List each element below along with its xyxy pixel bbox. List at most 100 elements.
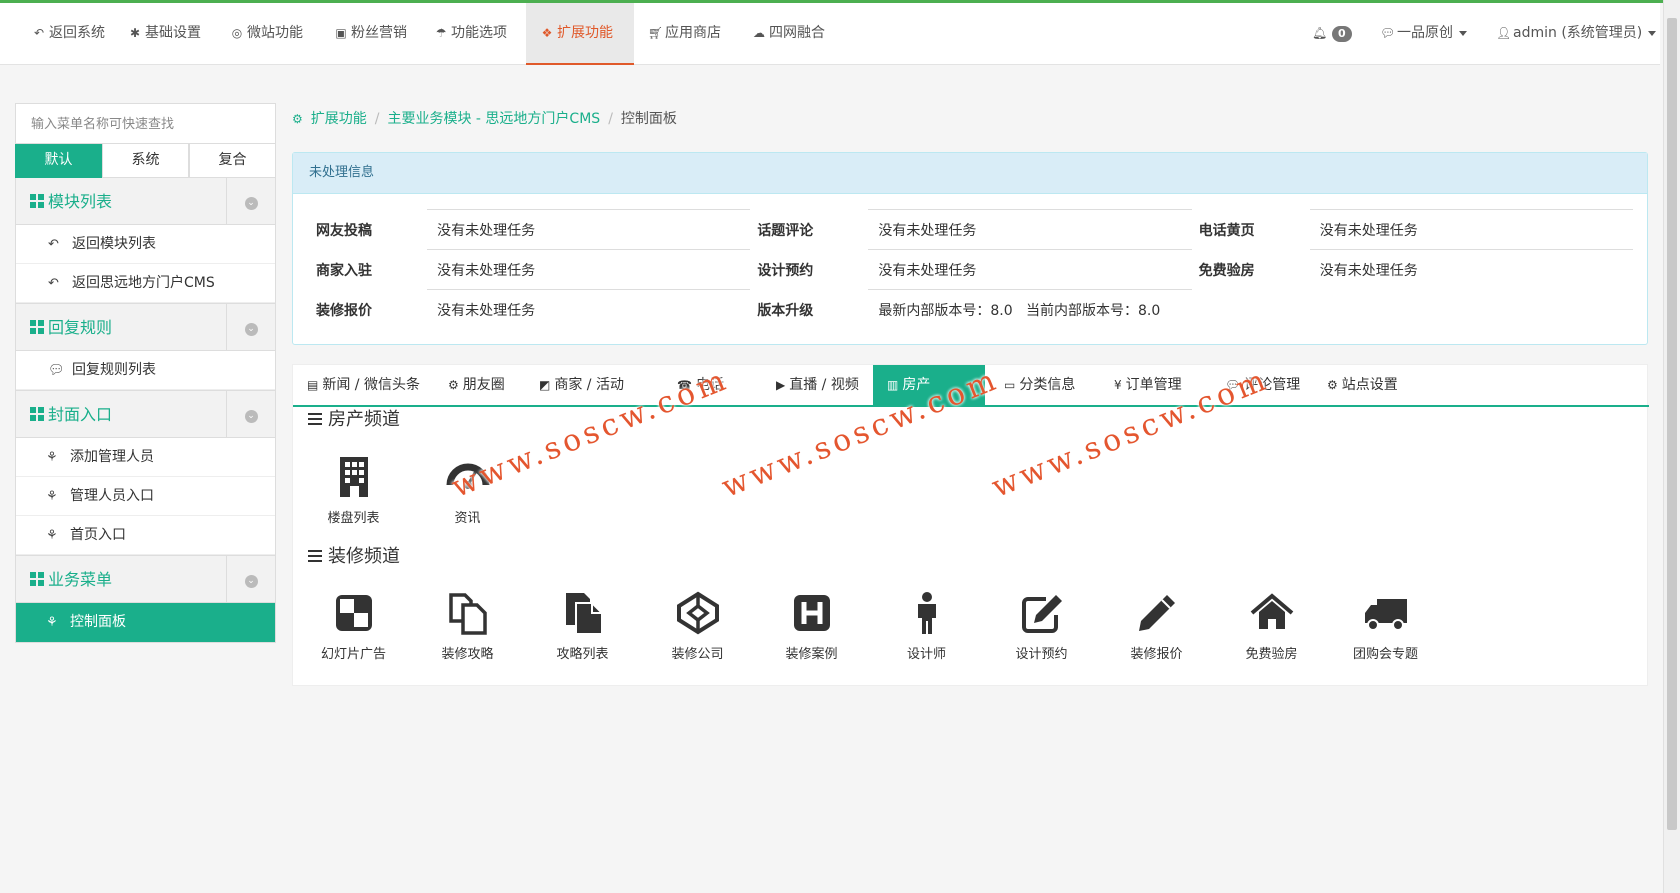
tile-decor-cases[interactable]: 装修案例 xyxy=(754,591,869,662)
tab-site-settings[interactable]: ⚙ 站点设置 xyxy=(1313,365,1412,405)
group-header[interactable]: 模块列表 ⌄ xyxy=(16,178,275,225)
breadcrumb-link-module[interactable]: 主要业务模块 - 思远地方门户CMS xyxy=(387,111,600,127)
bars-icon xyxy=(308,550,322,562)
codepen-icon xyxy=(676,591,719,635)
tile-decor-companies[interactable]: 装修公司 xyxy=(640,591,755,662)
nav-back-system[interactable]: ↶ 返回系统 xyxy=(18,3,119,65)
tab-default[interactable]: 默认 xyxy=(15,144,102,178)
building-icon: ▥ xyxy=(887,378,899,392)
gear-icon: ✱ xyxy=(129,26,141,40)
module-content-panel: ▤ 新闻 / 微信头条 ⚙ 朋友圈 ◩ 商家 / 活动 ☎ 电话 ▶ 直播 / 视频 ▥ 房… xyxy=(292,364,1649,686)
pending-value: 没有未处理任务 xyxy=(1309,209,1633,250)
collapse-toggle[interactable]: ⌄ xyxy=(226,304,275,350)
pending-key xyxy=(1192,290,1310,330)
tab-live-video[interactable]: ▶ 直播 / 视频 xyxy=(762,365,873,405)
tab-news[interactable]: ▤ 新闻 / 微信头条 xyxy=(293,365,434,405)
account-dropdown[interactable]: 💬︎ 一品原创 xyxy=(1366,3,1481,65)
tile-free-inspection[interactable]: 免费验房 xyxy=(1214,591,1329,662)
sidebar-item-back-cms[interactable]: ↶ 返回思远地方门户CMS xyxy=(16,264,275,303)
truck-icon xyxy=(1364,599,1407,631)
group-header[interactable]: 回复规则 ⌄ xyxy=(16,304,275,351)
tile-decor-quote[interactable]: 装修报价 xyxy=(1099,591,1214,662)
tile-label: 免费验房 xyxy=(1245,647,1298,662)
chevron-down-icon: ⌄ xyxy=(244,410,258,423)
pending-key: 免费验房 xyxy=(1198,262,1255,279)
laptop-icon: ▭ xyxy=(1004,378,1016,392)
checker-icon xyxy=(335,595,372,631)
tile-decor-guides[interactable]: 装修攻略 xyxy=(410,591,525,662)
pending-value: 没有未处理任务 xyxy=(427,289,751,330)
breadcrumb: ⚙ 扩展功能 / 主要业务模块 - 思远地方门户CMS / 控制面板 xyxy=(292,108,677,128)
pending-value: 没有未处理任务 xyxy=(868,249,1192,290)
tile-label: 资讯 xyxy=(454,511,481,526)
tile-group-buy[interactable]: 团购会专题 xyxy=(1328,591,1443,662)
tile-slide-ads[interactable]: 幻灯片广告 xyxy=(296,591,411,662)
sidebar-item-home-entry[interactable]: ⚘ 首页入口 xyxy=(16,516,275,555)
cloud-icon: ☁ xyxy=(753,26,765,40)
nav-four-net[interactable]: ☁ 四网融合 xyxy=(738,3,839,65)
sidebar-item-add-admin[interactable]: ⚘ 添加管理人员 xyxy=(16,438,275,477)
user-dropdown[interactable]: 👤︎ admin (系统管理员) xyxy=(1482,3,1670,65)
reply-all-icon: ↶ xyxy=(48,237,59,252)
tab-system[interactable]: 系统 xyxy=(102,144,189,178)
collapse-toggle[interactable]: ⌄ xyxy=(226,178,275,224)
sidebar-item-admin-entry[interactable]: ⚘ 管理人员入口 xyxy=(16,477,275,516)
table-row: 装修报价 没有未处理任务 版本升级 最新内部版本号：8.0 当前内部版本号：8.0 xyxy=(309,289,1633,330)
menu-search-input[interactable] xyxy=(15,103,276,144)
breadcrumb-current: 控制面板 xyxy=(620,111,677,127)
pagelines-icon: ⚘ xyxy=(46,528,58,543)
lifebuoy-icon: ◎ xyxy=(231,26,243,40)
collapse-toggle[interactable]: ⌄ xyxy=(226,391,275,437)
pending-value: 没有未处理任务 xyxy=(427,249,751,290)
pending-key: 话题评论 xyxy=(757,222,814,239)
home-icon xyxy=(1250,593,1293,629)
tile-label: 装修案例 xyxy=(785,647,838,662)
male-icon xyxy=(917,592,936,634)
tab-moments[interactable]: ⚙ 朋友圈 xyxy=(434,365,519,405)
play-circle-icon: ▶ xyxy=(776,378,786,392)
group-header[interactable]: 封面入口 ⌄ xyxy=(16,391,275,438)
nav-basic-settings[interactable]: ✱ 基础设置 xyxy=(114,3,215,65)
table-row: 商家入驻 没有未处理任务 设计预约 没有未处理任务 免费验房 没有未处理任务 xyxy=(309,249,1633,290)
tile-designers[interactable]: 设计师 xyxy=(869,591,984,662)
tab-classifieds[interactable]: ▭ 分类信息 xyxy=(990,365,1089,405)
nav-function-options[interactable]: ☂ 功能选项 xyxy=(420,3,521,65)
pending-table: 网友投稿 没有未处理任务 话题评论 没有未处理任务 电话黄页 没有未处理任务 商家入驻… xyxy=(309,209,1633,330)
breadcrumb-link-extensions[interactable]: 扩展功能 xyxy=(311,111,367,127)
notifications-button[interactable]: 🔔︎ 0 xyxy=(1298,3,1366,65)
pending-value: 没有未处理任务 xyxy=(1309,249,1633,290)
pencil-icon xyxy=(1138,595,1175,631)
page-scrollbar[interactable] xyxy=(1663,0,1680,893)
nav-app-store[interactable]: 🛒︎ 应用商店 xyxy=(634,3,735,65)
sidebar-item-control-panel[interactable]: ⚘ 控制面板 xyxy=(16,603,275,642)
tile-guide-list[interactable]: 攻略列表 xyxy=(525,591,640,662)
pending-value: 没有未处理任务 xyxy=(427,209,751,250)
tile-label: 攻略列表 xyxy=(556,647,609,662)
pending-key: 商家入驻 xyxy=(316,262,372,279)
sidebar-item-reply-list[interactable]: 💬︎ 回复规则列表 xyxy=(16,351,275,390)
scrollbar-thumb[interactable] xyxy=(1667,18,1677,830)
collapse-toggle[interactable]: ⌄ xyxy=(226,556,275,602)
gears-icon: ⚙ xyxy=(448,378,459,392)
checker-icon: ◩ xyxy=(539,378,551,392)
tile-design-booking[interactable]: 设计预约 xyxy=(984,591,1099,662)
sidebar-item-back-modules[interactable]: ↶ 返回模块列表 xyxy=(16,225,275,264)
table-row: 网友投稿 没有未处理任务 话题评论 没有未处理任务 电话黄页 没有未处理任务 xyxy=(309,209,1633,250)
cart-icon: 🛒︎ xyxy=(648,26,664,40)
comments-icon: 💬︎ xyxy=(48,363,65,378)
th-large-icon xyxy=(30,572,44,586)
nav-micro-site[interactable]: ◎ 微站功能 xyxy=(216,3,317,65)
group-header[interactable]: 业务菜单 ⌄ xyxy=(16,556,275,603)
tile-label: 装修攻略 xyxy=(441,647,494,662)
caret-down-icon xyxy=(1648,30,1657,36)
pagelines-icon: ⚘ xyxy=(46,615,58,630)
tile-listings[interactable]: 楼盘列表 xyxy=(296,455,411,526)
sidebar-group-reply-rules: 回复规则 ⌄ 💬︎ 回复规则列表 xyxy=(15,304,276,391)
file-icon xyxy=(565,593,603,635)
tab-composite[interactable]: 复合 xyxy=(189,144,276,178)
tab-merchants[interactable]: ◩ 商家 / 活动 xyxy=(525,365,638,405)
reply-icon: ↶ xyxy=(33,26,45,40)
nav-fans-marketing[interactable]: ▣ 粉丝营销 xyxy=(320,3,421,65)
nav-extensions[interactable]: ❖ 扩展功能 xyxy=(526,3,634,65)
yen-icon: ¥ xyxy=(1114,378,1122,392)
